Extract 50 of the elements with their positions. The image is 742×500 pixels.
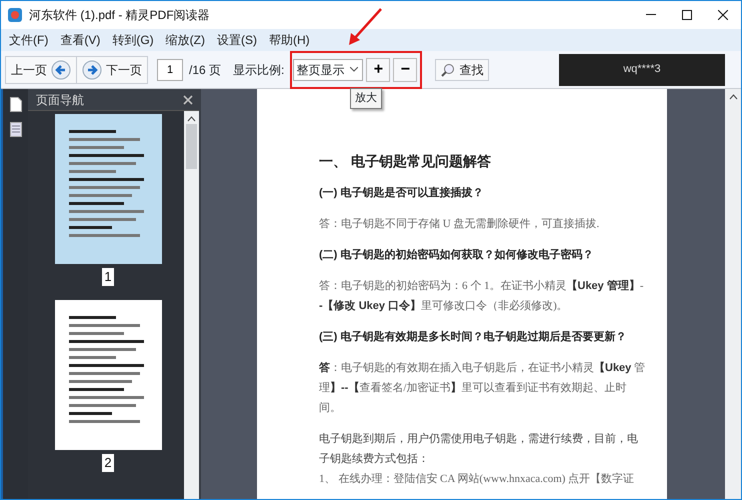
answer-text: 答：电子钥匙的有效期在插入电子钥匙后，在证书小精灵【Ukey 管: [319, 360, 646, 376]
question-heading: (二) 电子钥匙的初始密码如何获取？如何修改电子密码？: [319, 248, 594, 263]
menu-item[interactable]: 缩放(Z): [164, 31, 215, 49]
answer-text: 答：电子钥匙的初始密码为：6 个 1。在证书小精灵【Ukey 管理】-: [319, 278, 645, 294]
menu-item[interactable]: 查看(V): [58, 31, 110, 49]
chevron-down-icon: [350, 67, 358, 72]
scroll-up-icon[interactable]: [187, 116, 196, 122]
paragraph-text: 电子钥匙到期后，用户仍需使用电子钥匙，需进行续费，目前，电: [319, 432, 639, 447]
menu-item[interactable]: 帮助(H): [266, 31, 320, 49]
menu-item[interactable]: 设置(S): [214, 31, 267, 49]
question-heading: (三) 电子钥匙有效期是多长时间？电子钥匙过期后是否要更新？: [319, 330, 628, 345]
minimize-icon: [646, 14, 656, 16]
page-thumbnail-drawing[interactable]: [54, 300, 162, 450]
answer-text: 理】--【查看签名/加密证书】里可以查看到证书有效期起、止时: [319, 380, 628, 396]
window-title: 河东软件 (1).pdf - 精灵PDF阅读器: [29, 7, 210, 24]
app-logo-icon: [7, 7, 23, 23]
next-page-button[interactable]: 下一页: [76, 56, 148, 84]
page-number: 1: [102, 268, 114, 286]
tooltip: 放大: [350, 88, 382, 108]
zoom-in-button[interactable]: +: [366, 58, 390, 82]
ad-banner[interactable]: wq****3: [559, 54, 725, 86]
scroll-up-icon[interactable]: [728, 94, 738, 100]
zoom-out-button[interactable]: −: [393, 58, 418, 82]
paragraph-text: 子钥匙续费方式包括：: [319, 452, 430, 467]
previous-page-button[interactable]: 上一页: [5, 56, 77, 84]
page-icon[interactable]: [10, 97, 22, 112]
search-icon: [441, 62, 456, 76]
zoom-dropdown[interactable]: 整页显示: [293, 58, 364, 80]
scrollbar[interactable]: [184, 111, 199, 499]
panel-title: 页面导航: [36, 92, 84, 108]
answer-text: 间。: [319, 401, 342, 416]
page-number-field[interactable]: 1: [157, 58, 183, 80]
answer-text: 答：电子钥匙不同于存储 U 盘无需删除硬件，可直接插拔.: [319, 216, 600, 232]
document-list-icon[interactable]: [10, 122, 22, 137]
list-item: 1、 在线办理：登陆信安 CA 网站(www.hnxaca.com) 点开【数字证: [319, 472, 636, 487]
scrollbar-thumb[interactable]: [186, 124, 197, 169]
menu-item[interactable]: 文件(F): [7, 31, 58, 49]
page-total: /16 页: [189, 62, 222, 78]
close-icon[interactable]: [183, 94, 193, 104]
close-icon: [718, 10, 728, 20]
zoom-label: 显示比例:: [233, 62, 284, 78]
menu-item[interactable]: 转到(G): [110, 31, 164, 49]
answer-text: -【修改 Ukey 口令】里可修改口令（非必须修改)。: [319, 298, 569, 314]
page-number: 2: [102, 454, 114, 472]
find-button[interactable]: 查找: [435, 58, 490, 80]
section-heading: 一、 电子钥匙常见问题解答: [319, 152, 492, 171]
page-thumbnail-drawing[interactable]: [54, 114, 162, 264]
scrollbar[interactable]: [725, 89, 741, 499]
maximize-icon: [682, 10, 692, 20]
question-heading: (一) 电子钥匙是否可以直接插拔？: [319, 186, 484, 201]
